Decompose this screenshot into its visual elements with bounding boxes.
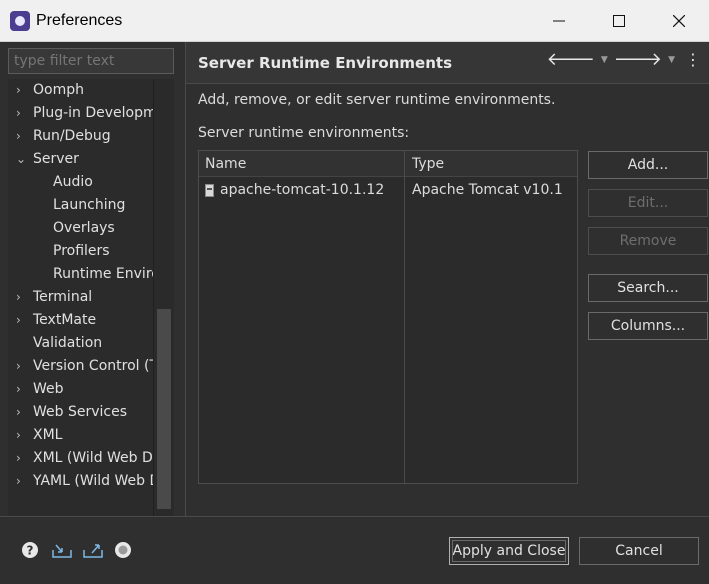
tree-item-label: Audio — [53, 174, 93, 190]
edit-button: Edit... — [588, 189, 708, 217]
help-icon[interactable]: ? — [21, 541, 39, 559]
tree-item[interactable]: Audio — [8, 171, 153, 194]
tree-item-label: Launching — [53, 197, 126, 213]
tree-item[interactable]: Validation — [8, 332, 153, 355]
chevron-right-icon[interactable]: › — [16, 355, 28, 378]
tree-item-label: Terminal — [33, 289, 93, 305]
tree-item-label: XML — [33, 427, 63, 443]
back-arrow-icon[interactable]: 🡐 — [547, 50, 595, 69]
tree-item-label: Server — [33, 151, 79, 167]
column-header-name[interactable]: Name — [205, 151, 246, 177]
cancel-button[interactable]: Cancel — [579, 537, 699, 565]
tree-item[interactable]: ⌄ Server — [8, 148, 153, 171]
page-title: Server Runtime Environments — [198, 54, 452, 72]
import-icon[interactable] — [51, 541, 73, 559]
vertical-scrollbar[interactable]: ⌄ — [153, 79, 173, 531]
chevron-right-icon[interactable]: › — [16, 401, 28, 424]
maximize-icon[interactable] — [589, 0, 649, 42]
preferences-navigation: › Oomph › Plug-in Developm › Run/Debug ⌄ Server… — [0, 42, 185, 555]
tree-item-label: Plug-in Developm — [33, 105, 153, 121]
tree-item-label: Validation — [33, 335, 103, 351]
page-header: Server Runtime Environments 🡐 ▼ 🡒 ▼ ⋮ — [186, 42, 709, 84]
table-header: Name Type — [199, 151, 577, 177]
chevron-right-icon[interactable]: › — [16, 424, 28, 447]
tree-item[interactable]: Overlays — [8, 217, 153, 240]
preference-tree: › Oomph › Plug-in Developm › Run/Debug ⌄ Server… — [8, 79, 174, 555]
minimize-icon[interactable] — [529, 0, 589, 42]
chevron-down-icon[interactable]: ⌄ — [16, 148, 28, 171]
tree-item[interactable]: › Version Control (Te — [8, 355, 153, 378]
tree-item-label: TextMate — [33, 312, 97, 328]
tree-item[interactable]: › Run/Debug — [8, 125, 153, 148]
tree-item[interactable]: Runtime Enviro — [8, 263, 153, 286]
more-menu-icon[interactable]: ⋮ — [685, 50, 701, 69]
page-description: Add, remove, or edit server runtime envi… — [198, 92, 556, 108]
window-controls — [529, 0, 709, 42]
svg-text:?: ? — [27, 544, 34, 558]
chevron-right-icon[interactable]: › — [16, 102, 28, 125]
server-runtime-icon — [205, 183, 214, 197]
chevron-right-icon[interactable]: › — [16, 470, 28, 493]
dialog-footer: ? Apply and Close Cancel — [0, 517, 709, 584]
scroll-thumb[interactable] — [157, 309, 171, 509]
title-bar: Preferences — [0, 0, 709, 42]
tree-item-label: Web Services — [33, 404, 128, 420]
tree-item-label: Run/Debug — [33, 128, 111, 144]
back-dropdown-icon[interactable]: ▼ — [601, 55, 608, 65]
close-icon[interactable] — [649, 0, 709, 42]
tree-item[interactable]: › Web — [8, 378, 153, 401]
apply-and-close-button[interactable]: Apply and Close — [449, 537, 569, 565]
tree-item[interactable]: › Plug-in Developm — [8, 102, 153, 125]
tree-item-label: Runtime Enviro — [53, 266, 153, 282]
tree-item[interactable]: › XML (Wild Web De — [8, 447, 153, 470]
filter-input[interactable] — [8, 48, 174, 74]
tree-item[interactable]: › XML — [8, 424, 153, 447]
window-title: Preferences — [36, 11, 123, 29]
row-name-cell: apache-tomcat-10.1.12 — [205, 178, 384, 202]
runtime-table[interactable]: Name Type apache-tomcat-10.1.12 Apache T… — [198, 150, 578, 484]
add-button[interactable]: Add... — [588, 151, 708, 179]
chevron-right-icon[interactable]: › — [16, 286, 28, 309]
column-header-type[interactable]: Type — [412, 151, 444, 177]
columns-button[interactable]: Columns... — [588, 312, 708, 340]
tree-item[interactable]: › Web Services — [8, 401, 153, 424]
chevron-right-icon[interactable]: › — [16, 309, 28, 332]
search-button[interactable]: Search... — [588, 274, 708, 302]
tree-item-label: Version Control (Te — [33, 358, 153, 374]
tree-item-label: Web — [33, 381, 64, 397]
remove-button: Remove — [588, 227, 708, 255]
tree-item-label: Oomph — [33, 82, 84, 98]
tree-item[interactable]: Profilers — [8, 240, 153, 263]
export-icon[interactable] — [82, 541, 104, 559]
chevron-right-icon[interactable]: › — [16, 378, 28, 401]
runtime-name: apache-tomcat-10.1.12 — [220, 182, 385, 198]
tree-item[interactable]: › YAML (Wild Web D — [8, 470, 153, 493]
forward-dropdown-icon[interactable]: ▼ — [668, 55, 675, 65]
tree-item[interactable]: Launching — [8, 194, 153, 217]
tree-item[interactable]: › Oomph — [8, 79, 153, 102]
table-label: Server runtime environments: — [198, 125, 410, 141]
forward-arrow-icon[interactable]: 🡒 — [614, 50, 662, 69]
table-row[interactable]: apache-tomcat-10.1.12 Apache Tomcat v10.… — [199, 178, 577, 202]
history-nav: 🡐 ▼ 🡒 ▼ ⋮ — [547, 50, 701, 69]
tree-item-label: Profilers — [53, 243, 110, 259]
tree-items: › Oomph › Plug-in Developm › Run/Debug ⌄ Server… — [8, 79, 153, 493]
record-icon[interactable] — [114, 541, 132, 559]
chevron-right-icon[interactable]: › — [16, 79, 28, 102]
tree-item[interactable]: › TextMate — [8, 309, 153, 332]
tree-item-label: YAML (Wild Web D — [33, 473, 153, 489]
runtime-type: Apache Tomcat v10.1 — [412, 182, 563, 198]
tree-item-label: Overlays — [53, 220, 115, 236]
tree-item-label: XML (Wild Web De — [33, 450, 153, 466]
chevron-right-icon[interactable]: › — [16, 447, 28, 470]
tree-item[interactable]: › Terminal — [8, 286, 153, 309]
pane-divider[interactable] — [185, 42, 186, 516]
chevron-right-icon[interactable]: › — [16, 125, 28, 148]
eclipse-app-icon — [10, 10, 30, 31]
